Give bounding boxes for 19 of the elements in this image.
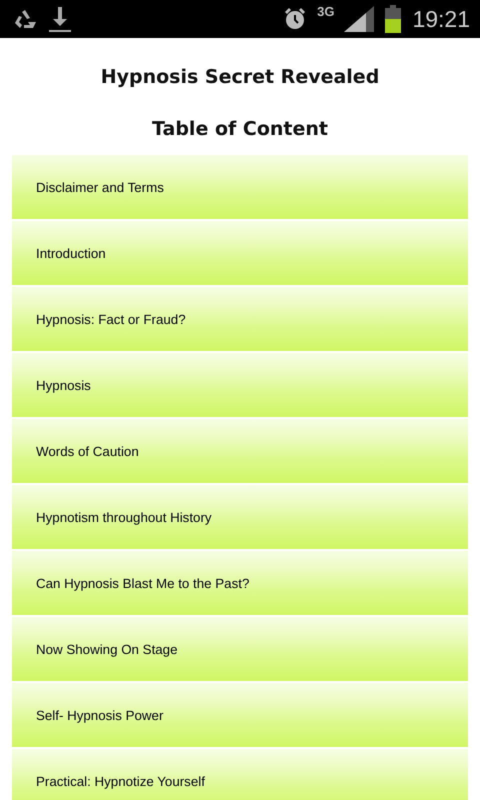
download-icon: [48, 5, 72, 33]
chapter-button[interactable]: Words of Caution: [12, 419, 468, 485]
recycle-icon: [12, 7, 38, 31]
chapter-button[interactable]: Hypnosis: [12, 353, 468, 419]
book-title: Hypnosis Secret Revealed: [100, 65, 380, 90]
alarm-clock-icon: [283, 6, 308, 32]
chapter-button[interactable]: Hypnotism throughout History: [12, 485, 468, 551]
chapter-button[interactable]: Disclaimer and Terms: [12, 155, 468, 221]
chapter-button[interactable]: Now Showing On Stage: [12, 617, 468, 683]
chapter-button[interactable]: Self- Hypnosis Power: [12, 683, 468, 749]
section-heading: Table of Content: [151, 117, 329, 142]
chapter-button[interactable]: Can Hypnosis Blast Me to the Past?: [12, 551, 468, 617]
chapter-button[interactable]: Hypnosis: Fact or Fraud?: [12, 287, 468, 353]
chapter-button[interactable]: Introduction: [12, 221, 468, 287]
signal-icon: [344, 6, 374, 32]
chapter-button[interactable]: Practical: Hypnotize Yourself: [12, 749, 468, 800]
clock-time: 19:21: [412, 6, 470, 32]
network-type: 3G: [317, 5, 334, 18]
battery-icon: [384, 5, 402, 33]
